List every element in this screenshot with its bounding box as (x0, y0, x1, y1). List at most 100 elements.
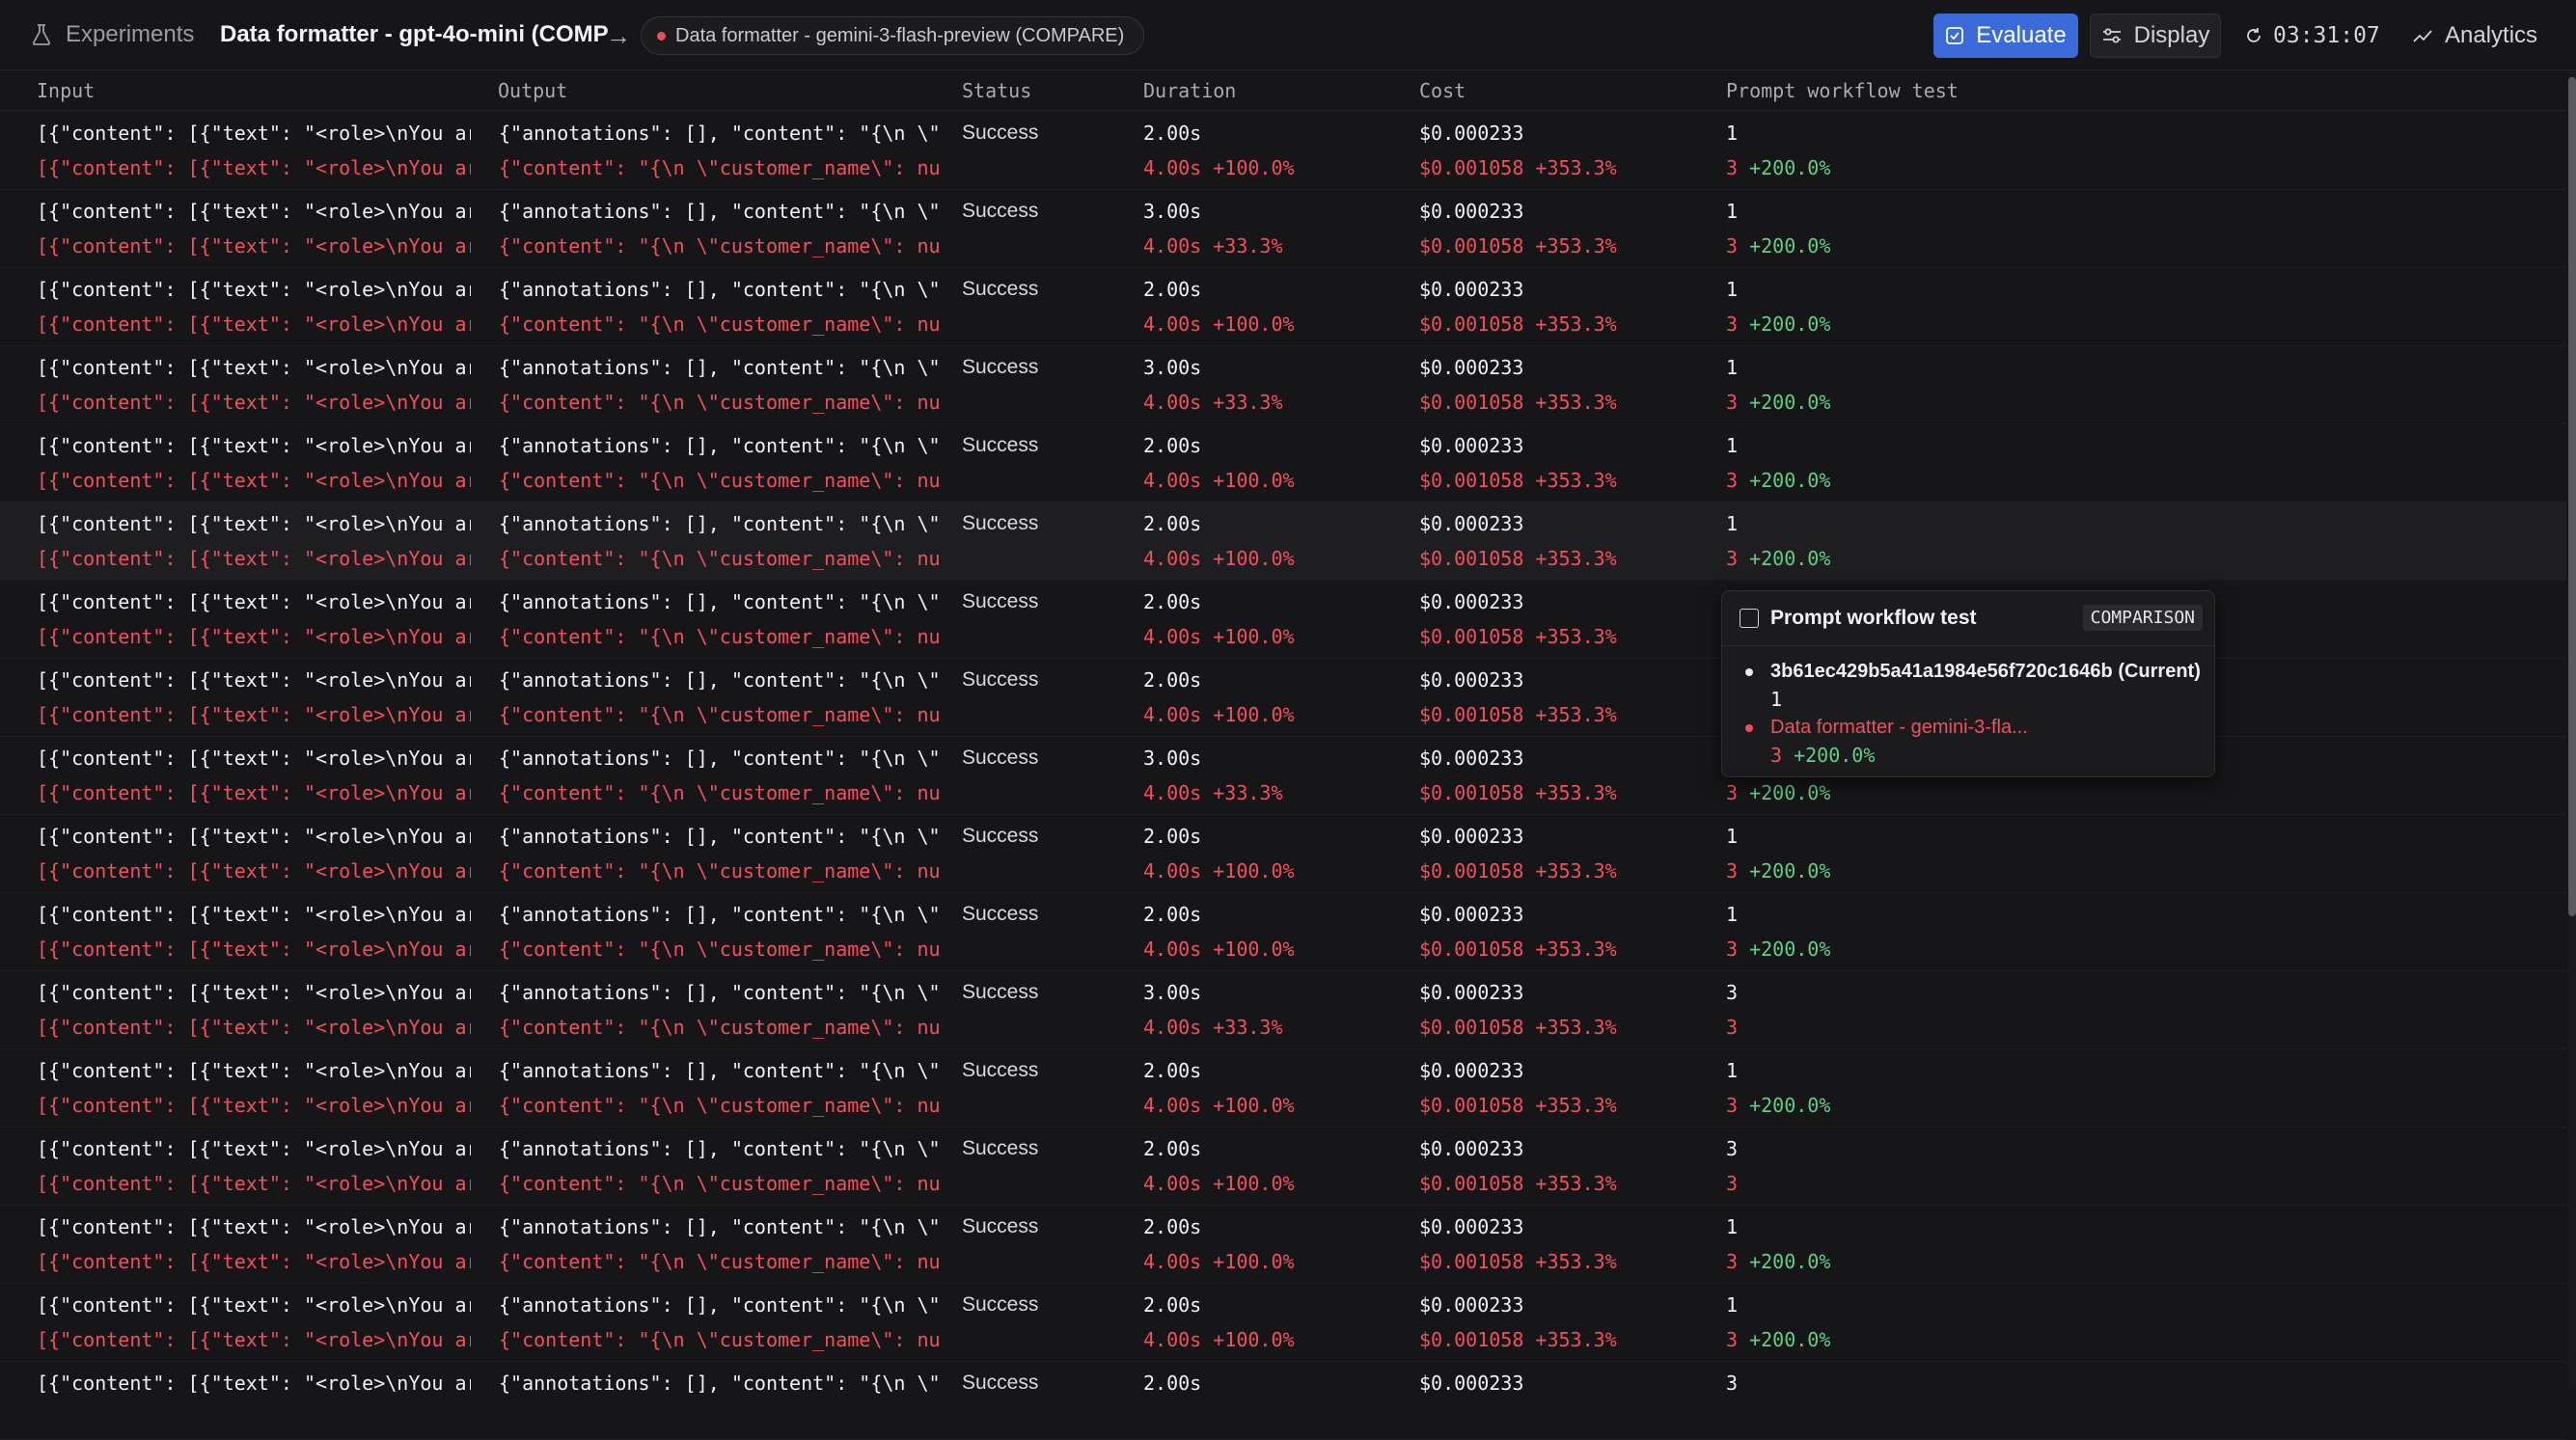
score-compare-value: 3 (1726, 156, 1739, 179)
duration-cell: 2.00s (1143, 512, 1202, 535)
input-compare-cell: [{"content": [{"text": "<role>\nYou are … (37, 391, 471, 414)
score-cell: 1 (1726, 512, 1739, 535)
input-cell: [{"content": [{"text": "<role>\nYou are … (37, 278, 471, 301)
input-cell: [{"content": [{"text": "<role>\nYou are … (37, 122, 471, 145)
table-row[interactable]: [{"content": [{"text": "<role>\nYou are … (0, 1206, 2566, 1284)
column-input[interactable]: Input (37, 79, 95, 102)
breadcrumb-experiments-label: Experiments (66, 21, 195, 47)
analytics-button[interactable]: Analytics (2412, 19, 2537, 52)
evaluate-button[interactable]: Evaluate (1933, 14, 2078, 58)
output-compare-cell: {"content": "{\n \"customer_name\": null… (499, 312, 941, 336)
score-icon (1740, 609, 1759, 628)
duration-cell: 2.00s (1143, 1059, 1202, 1082)
score-compare-cell: 3 +200.0% (1726, 469, 1830, 492)
current-bullet-icon (1745, 668, 1753, 676)
score-compare-delta: +200.0% (1749, 234, 1831, 258)
score-compare-value: 3 (1726, 781, 1739, 804)
score-cell: 1 (1726, 903, 1739, 926)
score-compare-cell: 3 +200.0% (1726, 1328, 1830, 1351)
input-compare-cell: [{"content": [{"text": "<role>\nYou are … (37, 937, 471, 961)
output-cell: {"annotations": [], "content": "{\n \"cu… (499, 1059, 941, 1082)
table-row[interactable]: [{"content": [{"text": "<role>\nYou are … (0, 503, 2566, 581)
output-cell: {"annotations": [], "content": "{\n \"cu… (499, 903, 941, 926)
duration-compare-cell: 4.00s +100.0% (1143, 1250, 1295, 1273)
output-compare-cell: {"content": "{\n \"customer_name\": null… (499, 703, 941, 726)
output-compare-cell: {"content": "{\n \"customer_name\": null… (499, 1016, 941, 1039)
column-output[interactable]: Output (498, 79, 567, 102)
output-compare-cell: {"content": "{\n \"customer_name\": null… (499, 1328, 941, 1351)
score-compare-value: 3 (1726, 937, 1739, 961)
score-compare-cell: 3 +200.0% (1726, 859, 1830, 883)
analytics-label: Analytics (2445, 22, 2538, 48)
display-label: Display (2133, 22, 2210, 48)
column-prompt-workflow-test[interactable]: Prompt workflow test (1726, 79, 1959, 102)
score-compare-value: 3 (1726, 547, 1739, 570)
score-cell: 1 (1726, 1293, 1739, 1317)
score-cell: 3 (1726, 1372, 1739, 1395)
cost-compare-cell: $0.001058 +353.3% (1419, 312, 1617, 336)
flask-icon (32, 24, 51, 45)
scrollbar-thumb[interactable] (2568, 77, 2576, 916)
input-cell: [{"content": [{"text": "<role>\nYou are … (37, 356, 471, 379)
table-row[interactable]: [{"content": [{"text": "<role>\nYou are … (0, 815, 2566, 893)
input-cell: [{"content": [{"text": "<role>\nYou are … (37, 590, 471, 613)
table-row[interactable]: [{"content": [{"text": "<role>\nYou are … (0, 190, 2566, 268)
status-cell: Success (962, 512, 1039, 534)
table-row[interactable]: [{"content": [{"text": "<role>\nYou are … (0, 268, 2566, 346)
table-row[interactable]: [{"content": [{"text": "<role>\nYou are … (0, 1284, 2566, 1362)
status-cell: Success (962, 747, 1039, 769)
score-compare-cell: 3 +200.0% (1726, 781, 1830, 804)
input-cell: [{"content": [{"text": "<role>\nYou are … (37, 1293, 471, 1317)
input-cell: [{"content": [{"text": "<role>\nYou are … (37, 981, 471, 1004)
input-compare-cell: [{"content": [{"text": "<role>\nYou are … (37, 312, 471, 336)
cost-cell: $0.000233 (1419, 122, 1524, 145)
input-cell: [{"content": [{"text": "<role>\nYou are … (37, 1372, 471, 1395)
display-button[interactable]: Display (2090, 14, 2221, 58)
table-row[interactable]: [{"content": [{"text": "<role>\nYou are … (0, 971, 2566, 1049)
refresh-timer[interactable]: 03:31:07 (2244, 19, 2380, 52)
table-row[interactable]: [{"content": [{"text": "<role>\nYou are … (0, 1128, 2566, 1206)
input-cell: [{"content": [{"text": "<role>\nYou are … (37, 825, 471, 848)
score-compare-delta: +200.0% (1749, 781, 1831, 804)
duration-cell: 2.00s (1143, 903, 1202, 926)
score-compare-value: 3 (1726, 1250, 1739, 1273)
cost-compare-cell: $0.001058 +353.3% (1419, 781, 1617, 804)
output-cell: {"annotations": [], "content": "{\n \"cu… (499, 590, 941, 613)
cost-cell: $0.000233 (1419, 1372, 1524, 1395)
sliders-icon (2102, 28, 2121, 43)
table-row[interactable]: [{"content": [{"text": "<role>\nYou are … (0, 1049, 2566, 1128)
table-row[interactable]: [{"content": [{"text": "<role>\nYou are … (0, 346, 2566, 424)
output-compare-cell: {"content": "{\n \"customer_name\": null… (499, 1250, 941, 1273)
table-row[interactable]: [{"content": [{"text": "<role>\nYou are … (0, 893, 2566, 971)
score-cell: 1 (1726, 356, 1739, 379)
score-cell: 1 (1726, 1215, 1739, 1238)
column-status[interactable]: Status (962, 79, 1031, 102)
duration-cell: 2.00s (1143, 825, 1202, 848)
score-compare-value: 3 (1726, 1328, 1739, 1351)
score-cell: 1 (1726, 122, 1739, 145)
cost-cell: $0.000233 (1419, 825, 1524, 848)
breadcrumb-experiments[interactable]: Experiments (31, 19, 194, 50)
score-compare-delta: +200.0% (1749, 312, 1831, 336)
table-row[interactable]: [{"content": [{"text": "<role>\nYou are … (0, 1362, 2566, 1440)
score-compare-value: 3 (1726, 1016, 1739, 1039)
duration-compare-cell: 4.00s +33.3% (1143, 234, 1283, 258)
duration-compare-cell: 4.00s +100.0% (1143, 312, 1295, 336)
compare-experiment-pill[interactable]: Data formatter - gemini-3-flash-preview … (641, 16, 1145, 55)
timer-value: 03:31:07 (2273, 23, 2380, 48)
duration-compare-cell: 4.00s +100.0% (1143, 156, 1295, 179)
top-bar: Experiments Data formatter - gpt-4o-mini… (0, 0, 2576, 70)
output-cell: {"annotations": [], "content": "{\n \"cu… (499, 356, 941, 379)
column-duration[interactable]: Duration (1143, 79, 1236, 102)
score-compare-cell: 3 +200.0% (1726, 391, 1830, 414)
score-cell: 1 (1726, 1059, 1739, 1082)
input-cell: [{"content": [{"text": "<role>\nYou are … (37, 747, 471, 770)
table-row[interactable]: [{"content": [{"text": "<role>\nYou are … (0, 424, 2566, 503)
column-cost[interactable]: Cost (1419, 79, 1466, 102)
status-cell: Success (962, 122, 1039, 144)
score-compare-value: 3 (1726, 1172, 1739, 1195)
table-row[interactable]: [{"content": [{"text": "<role>\nYou are … (0, 112, 2566, 190)
output-compare-cell: {"content": "{\n \"customer_name\": null… (499, 1172, 941, 1195)
duration-compare-cell: 4.00s +33.3% (1143, 391, 1283, 414)
input-compare-cell: [{"content": [{"text": "<role>\nYou are … (37, 703, 471, 726)
